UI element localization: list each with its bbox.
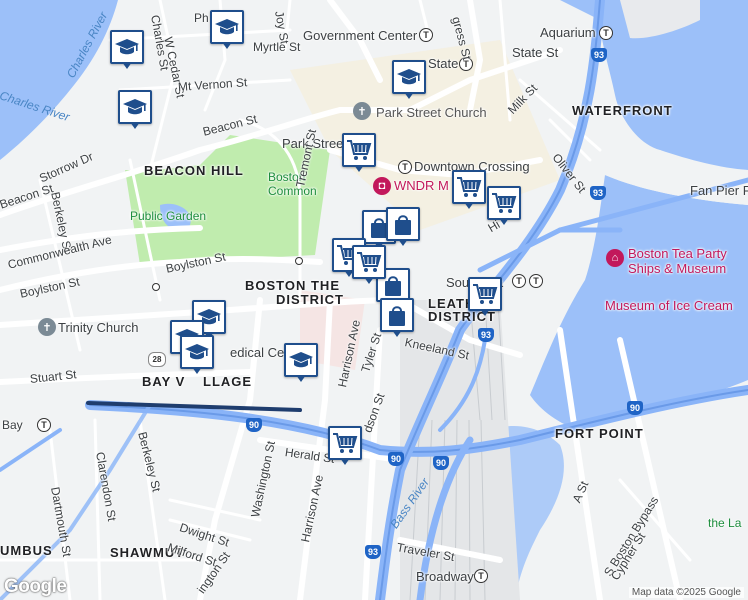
interstate-shield-90: 90 [246, 418, 262, 432]
church-icon[interactable]: ✝ [353, 102, 371, 120]
graduation-cap-icon [123, 99, 147, 115]
cart-marker[interactable] [328, 426, 362, 466]
map-attribution[interactable]: Map data ©2025 Google [628, 587, 744, 598]
interstate-shield-93: 93 [478, 328, 494, 342]
transit-icon[interactable]: T [419, 28, 433, 42]
shopping-bag-icon [395, 215, 411, 235]
graduation-cap-icon [289, 352, 313, 368]
cart-marker[interactable] [487, 186, 521, 226]
transit-icon[interactable]: T [599, 26, 613, 40]
cart-marker[interactable] [342, 133, 376, 173]
cart-marker[interactable] [468, 277, 502, 317]
interstate-shield-93: 93 [590, 186, 606, 200]
cart-marker[interactable] [352, 245, 386, 285]
school-marker[interactable] [180, 335, 214, 375]
shopping-cart-icon [457, 177, 482, 197]
google-logo: Google [4, 576, 67, 597]
map-canvas[interactable]: BEACON HILL WATERFRONT BOSTON THE DISTRI… [0, 0, 748, 600]
school-marker[interactable] [118, 90, 152, 130]
shopping-cart-icon [333, 433, 358, 453]
interstate-shield-93: 93 [591, 48, 607, 62]
shopping-bag-icon [389, 306, 405, 326]
interstate-shield-90: 90 [627, 401, 643, 415]
school-marker[interactable] [392, 60, 426, 100]
shopping-cart-icon [492, 193, 517, 213]
graduation-cap-icon [115, 39, 139, 55]
shopping-cart-icon [347, 140, 372, 160]
route-shield-28: 28 [148, 352, 166, 367]
graduation-cap-icon [215, 19, 239, 35]
interstate-shield-93: 93 [365, 545, 381, 559]
transit-icon[interactable]: T [37, 418, 51, 432]
school-marker[interactable] [110, 30, 144, 70]
map-base-layer [0, 0, 748, 600]
transit-icon[interactable]: T [459, 57, 473, 71]
camera-icon[interactable]: ◘ [373, 177, 391, 195]
bag-marker[interactable] [380, 298, 414, 338]
church-icon[interactable]: ✝ [38, 318, 56, 336]
shopping-cart-icon [357, 252, 382, 272]
transit-icon[interactable] [295, 257, 303, 265]
transit-icon[interactable]: T [512, 274, 526, 288]
transit-icon[interactable] [152, 283, 160, 291]
cart-marker[interactable] [452, 170, 486, 210]
transit-icon[interactable]: T [398, 160, 412, 174]
interstate-shield-90: 90 [433, 456, 449, 470]
school-marker[interactable] [284, 343, 318, 383]
transit-icon[interactable]: T [529, 274, 543, 288]
bag-marker[interactable] [386, 207, 420, 247]
graduation-cap-icon [185, 344, 209, 360]
museum-icon[interactable]: ⌂ [606, 249, 624, 267]
transit-icon[interactable]: T [474, 569, 488, 583]
school-marker[interactable] [210, 10, 244, 50]
shopping-cart-icon [473, 284, 498, 304]
graduation-cap-icon [397, 69, 421, 85]
interstate-shield-90: 90 [388, 452, 404, 466]
